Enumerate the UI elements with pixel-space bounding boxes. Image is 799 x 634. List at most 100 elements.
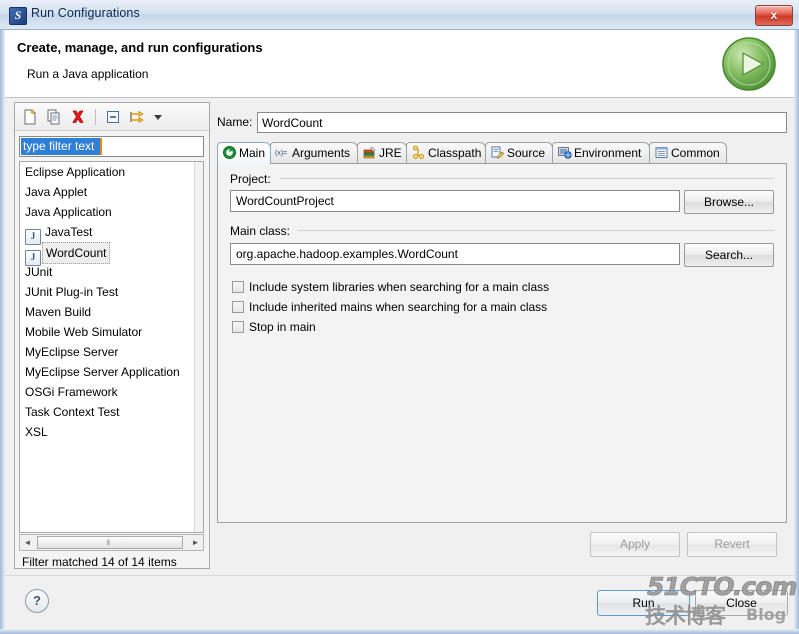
- source-tab-icon: [490, 145, 505, 160]
- scroll-left-arrow-icon[interactable]: ◄: [20, 535, 35, 550]
- main-class-input[interactable]: org.apache.hadoop.examples.WordCount: [230, 243, 680, 265]
- tab-label: Arguments: [292, 146, 351, 160]
- tab-classpath[interactable]: Classpath: [406, 142, 486, 164]
- configuration-editor-panel: Name: WordCount Main (x)= Arguments JRE Clas…: [217, 102, 787, 569]
- main-class-label: Main class:: [230, 224, 291, 238]
- tab-common[interactable]: Common: [649, 142, 727, 164]
- classpath-tab-icon: [411, 145, 426, 160]
- tree-item-eclipse-application[interactable]: Eclipse Application: [20, 162, 203, 182]
- checkbox-icon[interactable]: [232, 321, 244, 333]
- checkbox-row-2[interactable]: Stop in main: [232, 318, 316, 336]
- help-icon[interactable]: ?: [25, 589, 49, 613]
- project-label: Project:: [230, 172, 271, 186]
- tab-source[interactable]: Source: [485, 142, 553, 164]
- tree-item-label: Java Applet: [25, 185, 88, 199]
- checkbox-row-0[interactable]: Include system libraries when searching …: [232, 278, 549, 296]
- dialog-header: Create, manage, and run configurations R…: [5, 30, 794, 98]
- checkbox-icon[interactable]: [232, 301, 244, 313]
- project-input[interactable]: WordCountProject: [230, 190, 680, 212]
- svg-text:(x)=: (x)=: [275, 150, 287, 157]
- tree-item-myeclipse-server-application[interactable]: MyEclipse Server Application: [20, 362, 203, 382]
- run-button[interactable]: Run: [597, 590, 690, 616]
- tree-item-label: WordCount: [42, 242, 111, 264]
- tab-label: JRE: [379, 146, 402, 160]
- filter-status-text: Filter matched 14 of 14 items: [22, 555, 177, 569]
- window-border-bottom: [0, 629, 799, 634]
- launch-config-toolbar: [15, 103, 209, 131]
- launch-configurations-tree[interactable]: Eclipse Application Java Applet Java Appli…: [19, 161, 204, 533]
- tree-horizontal-scrollbar[interactable]: ◄ ‖ ►: [19, 534, 204, 551]
- tree-item-label: OSGi Framework: [25, 385, 118, 399]
- collapse-all-icon[interactable]: [103, 107, 123, 127]
- tree-item-task-context-test[interactable]: Task Context Test: [20, 402, 203, 422]
- close-button[interactable]: Close: [695, 590, 788, 616]
- main-tab-icon: [222, 145, 237, 160]
- tree-item-label: JavaTest: [45, 225, 93, 239]
- title-bar: S Run Configurations x: [0, 0, 799, 30]
- tree-item-label: XSL: [25, 425, 48, 439]
- run-configurations-dialog: S Run Configurations x Create, manage, a…: [0, 0, 799, 634]
- dialog-footer: ? Run Close: [5, 575, 794, 629]
- tab-label: Classpath: [428, 146, 482, 160]
- tab-main[interactable]: Main: [217, 142, 271, 164]
- tab-label: Common: [671, 146, 720, 160]
- main-class-group-line: [298, 230, 774, 231]
- tree-item-wordcount[interactable]: J WordCount: [20, 242, 203, 266]
- window-title: Run Configurations: [31, 6, 140, 20]
- checkbox-label: Include inherited mains when searching f…: [249, 300, 548, 314]
- search-button[interactable]: Search...: [684, 243, 774, 267]
- tab-label: Main: [239, 146, 266, 160]
- page-title: Create, manage, and run configurations: [17, 40, 263, 55]
- tree-item-java-application[interactable]: Java Application: [20, 202, 203, 222]
- tree-item-label: MyEclipse Server: [25, 345, 119, 359]
- revert-button[interactable]: Revert: [687, 532, 777, 557]
- tree-item-label: MyEclipse Server Application: [25, 365, 180, 379]
- tree-item-label: Maven Build: [25, 305, 92, 319]
- project-group-line: [280, 178, 774, 179]
- close-icon[interactable]: x: [755, 5, 793, 26]
- toolbar-separator: [95, 109, 96, 125]
- tree-item-label: JUnit: [25, 265, 53, 279]
- view-menu-chevron-down-icon[interactable]: [151, 107, 165, 127]
- scrollbar-grip-icon: ‖: [107, 540, 110, 547]
- apply-button[interactable]: Apply: [590, 532, 680, 557]
- tree-item-maven-build[interactable]: Maven Build: [20, 302, 203, 322]
- tree-item-label: Task Context Test: [25, 405, 120, 419]
- common-tab-icon: [654, 145, 669, 160]
- tree-item-junit-plug-in-test[interactable]: JUnit Plug-in Test: [20, 282, 203, 302]
- new-launch-configuration-icon[interactable]: [20, 107, 40, 127]
- page-subtitle: Run a Java application: [27, 67, 149, 81]
- search-input[interactable]: type filter text: [19, 136, 204, 157]
- tree-item-mobile-web-simulator[interactable]: Mobile Web Simulator: [20, 322, 203, 342]
- tree-item-java-applet[interactable]: Java Applet: [20, 182, 203, 202]
- delete-launch-configuration-icon[interactable]: [68, 107, 88, 127]
- name-label: Name:: [217, 115, 253, 129]
- tree-item-junit[interactable]: JUnit: [20, 262, 203, 282]
- tree-item-javatest[interactable]: J JavaTest: [20, 222, 203, 245]
- checkbox-icon[interactable]: [232, 281, 244, 293]
- tree-item-myeclipse-server[interactable]: MyEclipse Server: [20, 342, 203, 362]
- tree-item-label: JUnit Plug-in Test: [25, 285, 119, 299]
- arguments-tab-icon: (x)=: [275, 145, 290, 160]
- configuration-tabs: Main (x)= Arguments JRE Classpath Source Envir…: [217, 142, 787, 164]
- tree-vertical-scrollbar[interactable]: [194, 162, 203, 532]
- checkbox-row-1[interactable]: Include inherited mains when searching f…: [232, 298, 547, 316]
- duplicate-launch-configuration-icon[interactable]: [44, 107, 64, 127]
- scrollbar-thumb[interactable]: ‖: [37, 536, 183, 549]
- filter-input-value: type filter text: [21, 138, 102, 155]
- tab-jre[interactable]: JRE: [357, 142, 407, 164]
- filter-launch-configurations-icon[interactable]: [127, 107, 147, 127]
- environment-tab-icon: [557, 145, 572, 160]
- tab-environment[interactable]: Environment: [552, 142, 650, 164]
- tree-item-osgi-framework[interactable]: OSGi Framework: [20, 382, 203, 402]
- scroll-right-arrow-icon[interactable]: ►: [188, 535, 203, 550]
- tab-arguments[interactable]: (x)= Arguments: [270, 142, 358, 164]
- tree-item-xsl[interactable]: XSL: [20, 422, 203, 442]
- name-input[interactable]: WordCount: [257, 112, 787, 133]
- green-run-play-icon: [722, 37, 776, 91]
- browse-button[interactable]: Browse...: [684, 190, 774, 214]
- checkbox-label: Stop in main: [249, 320, 316, 334]
- tree-item-label: Mobile Web Simulator: [25, 325, 143, 339]
- main-tab-content: Project: WordCountProject Browse... Main…: [217, 163, 787, 523]
- eclipse-launch-icon: S: [9, 7, 27, 25]
